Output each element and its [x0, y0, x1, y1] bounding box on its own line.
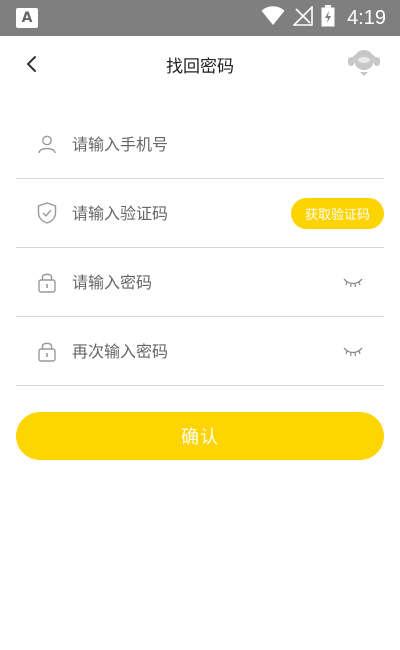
headset-icon — [348, 50, 380, 76]
eye-closed-icon — [343, 278, 363, 288]
status-left: A — [16, 8, 38, 28]
back-button[interactable] — [20, 52, 44, 76]
status-bar: A 4:19 — [0, 0, 400, 36]
battery-icon — [321, 5, 335, 31]
no-signal-icon — [292, 5, 313, 30]
password-field-row — [16, 248, 384, 317]
password-input[interactable] — [72, 267, 342, 297]
user-icon — [36, 133, 58, 155]
verification-code-input[interactable] — [72, 198, 291, 228]
reset-password-form: 获取验证码 — [16, 110, 384, 386]
page-title: 找回密码 — [166, 56, 234, 77]
eye-closed-icon — [343, 347, 363, 357]
header: 找回密码 — [0, 36, 400, 92]
code-field-row: 获取验证码 — [16, 179, 384, 248]
lock-icon — [36, 271, 58, 293]
confirm-button[interactable]: 确认 — [16, 412, 384, 460]
status-time: 4:19 — [347, 6, 386, 29]
phone-field-row — [16, 110, 384, 179]
wifi-icon — [261, 6, 285, 30]
toggle-confirm-password-visibility[interactable] — [342, 343, 364, 359]
shield-icon — [36, 202, 58, 224]
customer-service-button[interactable] — [346, 46, 382, 78]
phone-input[interactable] — [72, 129, 384, 159]
lock-icon — [36, 340, 58, 362]
confirm-password-input[interactable] — [72, 336, 342, 366]
app-notification-icon: A — [16, 8, 38, 28]
status-right: 4:19 — [261, 5, 386, 31]
toggle-password-visibility[interactable] — [342, 274, 364, 290]
back-icon — [27, 56, 36, 72]
get-code-button[interactable]: 获取验证码 — [290, 197, 384, 229]
confirm-password-field-row — [16, 317, 384, 386]
